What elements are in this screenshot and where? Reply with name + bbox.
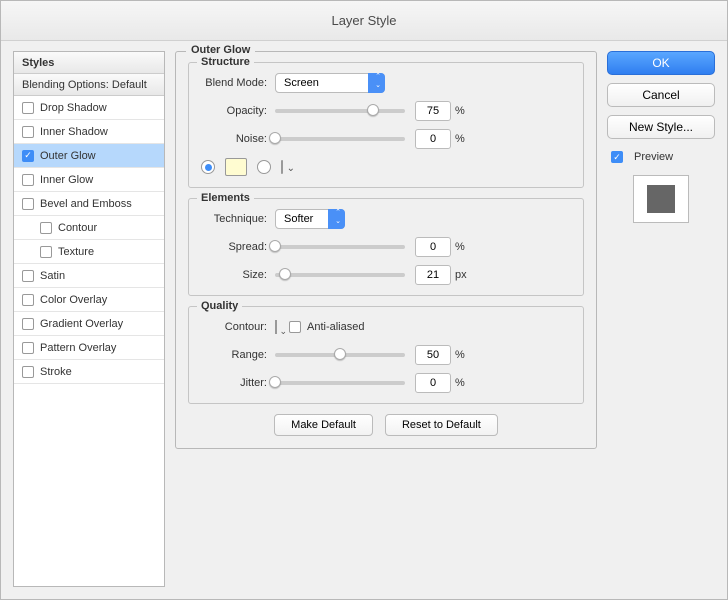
ok-button[interactable]: OK (607, 51, 715, 75)
style-checkbox[interactable] (22, 102, 34, 114)
style-checkbox[interactable] (22, 198, 34, 210)
glow-gradient-swatch[interactable] (281, 160, 283, 174)
panel-title: Outer Glow (186, 44, 255, 56)
noise-slider[interactable] (275, 137, 405, 141)
jitter-label: Jitter: (201, 377, 275, 389)
contour-label: Contour: (201, 321, 275, 333)
jitter-slider[interactable] (275, 381, 405, 385)
reset-default-button[interactable]: Reset to Default (385, 414, 498, 436)
style-checkbox[interactable] (22, 174, 34, 186)
style-item-label: Outer Glow (40, 150, 96, 162)
style-checkbox[interactable] (22, 366, 34, 378)
make-default-button[interactable]: Make Default (274, 414, 373, 436)
opacity-input[interactable] (415, 101, 451, 121)
jitter-input[interactable] (415, 373, 451, 393)
sidebar-item-color-overlay[interactable]: Color Overlay (14, 288, 164, 312)
style-checkbox[interactable] (22, 126, 34, 138)
style-item-label: Pattern Overlay (40, 342, 116, 354)
noise-label: Noise: (201, 133, 275, 145)
cancel-button[interactable]: Cancel (607, 83, 715, 107)
structure-legend: Structure (197, 56, 254, 68)
style-item-label: Color Overlay (40, 294, 107, 306)
sidebar-item-stroke[interactable]: Stroke (14, 360, 164, 384)
blend-mode-label: Blend Mode: (201, 77, 275, 89)
spread-label: Spread: (201, 241, 275, 253)
noise-input[interactable] (415, 129, 451, 149)
sidebar-item-gradient-overlay[interactable]: Gradient Overlay (14, 312, 164, 336)
technique-label: Technique: (201, 213, 275, 225)
style-item-label: Drop Shadow (40, 102, 107, 114)
structure-group: Structure Blend Mode: Screen Opacity: % (188, 62, 584, 188)
anti-aliased-label: Anti-aliased (307, 321, 364, 333)
sidebar-item-contour[interactable]: Contour (14, 216, 164, 240)
noise-unit: % (455, 133, 465, 145)
sidebar-item-bevel-and-emboss[interactable]: Bevel and Emboss (14, 192, 164, 216)
styles-sidebar: Styles Blending Options: Default Drop Sh… (13, 51, 165, 587)
style-checkbox[interactable] (22, 150, 34, 162)
glow-color-radio[interactable] (201, 160, 215, 174)
range-unit: % (455, 349, 465, 361)
style-item-label: Bevel and Emboss (40, 198, 132, 210)
blend-mode-select[interactable]: Screen (275, 73, 385, 93)
opacity-label: Opacity: (201, 105, 275, 117)
anti-aliased-checkbox[interactable] (289, 321, 301, 333)
spread-input[interactable] (415, 237, 451, 257)
range-slider[interactable] (275, 353, 405, 357)
style-item-label: Gradient Overlay (40, 318, 123, 330)
range-label: Range: (201, 349, 275, 361)
style-checkbox[interactable] (22, 342, 34, 354)
style-item-label: Contour (58, 222, 97, 234)
sidebar-header[interactable]: Styles (14, 52, 164, 74)
spread-slider[interactable] (275, 245, 405, 249)
preview-checkbox[interactable] (611, 151, 623, 163)
glow-color-swatch[interactable] (225, 158, 247, 176)
effect-settings-panel: Outer Glow Structure Blend Mode: Screen … (175, 51, 597, 587)
sidebar-blending-options[interactable]: Blending Options: Default (14, 74, 164, 96)
dialog-title: Layer Style (1, 1, 727, 41)
style-checkbox[interactable] (40, 222, 52, 234)
style-checkbox[interactable] (22, 318, 34, 330)
style-list: Drop Shadow Inner Shadow Outer Glow Inner G… (14, 96, 164, 586)
outer-glow-panel: Outer Glow Structure Blend Mode: Screen … (175, 51, 597, 449)
sidebar-item-texture[interactable]: Texture (14, 240, 164, 264)
sidebar-item-outer-glow[interactable]: Outer Glow (14, 144, 164, 168)
size-slider[interactable] (275, 273, 405, 277)
sidebar-item-inner-shadow[interactable]: Inner Shadow (14, 120, 164, 144)
spread-unit: % (455, 241, 465, 253)
new-style-button[interactable]: New Style... (607, 115, 715, 139)
dialog-buttons: OK Cancel New Style... Preview (607, 51, 715, 587)
style-checkbox[interactable] (40, 246, 52, 258)
style-item-label: Inner Shadow (40, 126, 108, 138)
glow-gradient-radio[interactable] (257, 160, 271, 174)
preview-label: Preview (634, 151, 673, 163)
sidebar-item-inner-glow[interactable]: Inner Glow (14, 168, 164, 192)
style-checkbox[interactable] (22, 294, 34, 306)
contour-picker[interactable] (275, 320, 277, 334)
technique-select[interactable]: Softer (275, 209, 345, 229)
style-item-label: Satin (40, 270, 65, 282)
sidebar-item-satin[interactable]: Satin (14, 264, 164, 288)
style-item-label: Texture (58, 246, 94, 258)
size-label: Size: (201, 269, 275, 281)
style-item-label: Stroke (40, 366, 72, 378)
size-unit: px (455, 269, 467, 281)
dialog-body: Styles Blending Options: Default Drop Sh… (1, 41, 727, 599)
style-item-label: Inner Glow (40, 174, 93, 186)
style-checkbox[interactable] (22, 270, 34, 282)
layer-style-dialog: Layer Style Styles Blending Options: Def… (0, 0, 728, 600)
sidebar-item-drop-shadow[interactable]: Drop Shadow (14, 96, 164, 120)
range-input[interactable] (415, 345, 451, 365)
quality-group: Quality Contour: Anti-aliased Range: % (188, 306, 584, 404)
jitter-unit: % (455, 377, 465, 389)
opacity-unit: % (455, 105, 465, 117)
sidebar-item-pattern-overlay[interactable]: Pattern Overlay (14, 336, 164, 360)
size-input[interactable] (415, 265, 451, 285)
elements-group: Elements Technique: Softer Spread: % (188, 198, 584, 296)
quality-legend: Quality (197, 300, 242, 312)
opacity-slider[interactable] (275, 109, 405, 113)
elements-legend: Elements (197, 192, 254, 204)
preview-thumbnail (633, 175, 689, 223)
